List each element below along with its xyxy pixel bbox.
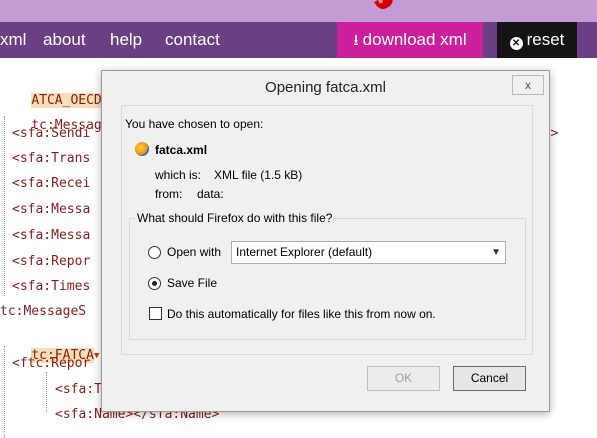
ok-button[interactable]: OK xyxy=(367,366,440,391)
tree-node[interactable]: <sfa:Sendi xyxy=(12,126,90,141)
tree-child-line[interactable]: <sfa:Messa xyxy=(12,227,90,245)
chosen-text: You have chosen to open: xyxy=(125,117,264,131)
dialog-close-button[interactable]: x xyxy=(512,75,544,95)
tree-child-line[interactable]: <sfa:Trans xyxy=(12,150,90,168)
tree-guide xyxy=(4,346,5,438)
tree-reporting-line[interactable]: <ftc:Repor xyxy=(12,355,90,373)
tree-node[interactable]: <sfa:Repor xyxy=(12,254,90,269)
dialog-body: You have chosen to open: fatca.xml which… xyxy=(121,105,533,355)
tree-node[interactable]: tc:MessageS xyxy=(0,304,86,319)
from-label: from: xyxy=(155,187,183,201)
reset-button[interactable]: ✕ reset xyxy=(497,22,577,58)
auto-label[interactable]: Do this automatically for files like thi… xyxy=(167,307,436,321)
tree-fatca-line[interactable]: tc:FATCA▼ > xyxy=(0,329,115,363)
open-with-app-select[interactable]: Internet Explorer (default) ▼ xyxy=(231,241,506,264)
from-value: data: xyxy=(197,187,224,201)
open-with-app-value: Internet Explorer (default) xyxy=(236,245,373,259)
tree-node[interactable]: <sfa:T xyxy=(55,382,102,397)
top-banner xyxy=(0,0,597,22)
tree-guide xyxy=(46,372,47,412)
download-label: download xml xyxy=(362,30,467,49)
dialog-title: Opening fatca.xml xyxy=(265,79,386,96)
close-circle-icon: ✕ xyxy=(509,37,523,50)
nav-item-xml[interactable]: xml xyxy=(0,22,26,58)
download-xml-button[interactable]: ⭳ download xml xyxy=(337,22,483,58)
tree-node[interactable]: <sfa:Messa xyxy=(12,228,90,243)
save-file-label[interactable]: Save File xyxy=(167,276,217,290)
open-with-label[interactable]: Open with xyxy=(167,245,221,259)
download-icon: ⭳ xyxy=(353,32,359,49)
nav-item-contact[interactable]: contact xyxy=(165,22,220,58)
which-is-label: which is: xyxy=(155,168,202,182)
tree-node[interactable]: <ftc:Repor xyxy=(12,356,90,371)
tree-node[interactable]: <sfa:Messa xyxy=(12,202,90,217)
file-name: fatca.xml xyxy=(155,143,208,157)
tree-child-line[interactable]: <sfa:Recei xyxy=(12,175,90,193)
cancel-button[interactable]: Cancel xyxy=(453,366,526,391)
tree-child-line[interactable]: <sfa:Messa xyxy=(12,201,90,219)
opening-file-dialog: Opening fatca.xml x You have chosen to o… xyxy=(101,70,550,412)
reset-label: reset xyxy=(526,30,565,49)
tree-sfa-t-line[interactable]: <sfa:T xyxy=(55,381,102,399)
nav-item-about[interactable]: about xyxy=(43,22,86,58)
tree-node[interactable]: <sfa:Times xyxy=(12,279,90,294)
save-file-radio[interactable] xyxy=(148,277,161,290)
tree-child-line[interactable]: <sfa:Repor xyxy=(12,253,90,271)
auto-checkbox[interactable] xyxy=(149,307,162,320)
action-question: What should Firefox do with this file? xyxy=(135,211,335,225)
nav-item-help[interactable]: help xyxy=(110,22,142,58)
tree-messagespec-close-line[interactable]: tc:MessageS xyxy=(0,303,86,321)
tree-child-line[interactable]: <sfa:Times xyxy=(12,278,90,296)
tree-node[interactable]: <sfa:Trans xyxy=(12,151,90,166)
expand-triangle-icon[interactable]: ▼ xyxy=(94,351,99,361)
which-is-value: XML file (1.5 kB) xyxy=(214,168,303,182)
pin-icon xyxy=(374,0,396,13)
tree-node[interactable]: <sfa:Recei xyxy=(12,176,90,191)
chevron-down-icon: ▼ xyxy=(491,247,501,258)
firefox-file-icon xyxy=(135,142,149,156)
tree-child-line[interactable]: <sfa:Sendi xyxy=(12,125,90,143)
open-with-radio[interactable] xyxy=(148,246,161,259)
tree-guide xyxy=(4,116,5,296)
